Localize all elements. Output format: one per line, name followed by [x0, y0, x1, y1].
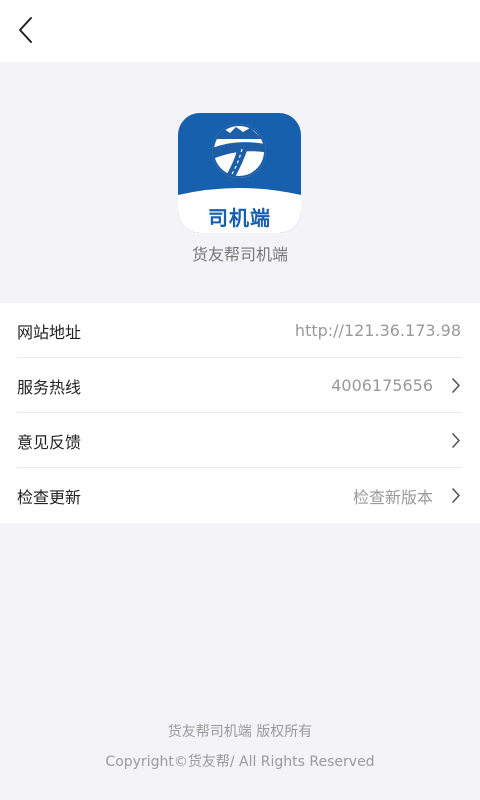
app-logo-text: 司机端 [208, 206, 271, 230]
hotline-number: 4006175656 [331, 376, 433, 395]
app-logo: 司机端 [178, 113, 301, 233]
chevron-right-icon [452, 433, 460, 448]
settings-list: 网站地址 http://121.36.173.98 服务热线 400617565… [0, 303, 480, 523]
row-label: 意见反馈 [17, 432, 82, 452]
row-label: 服务热线 [17, 377, 82, 397]
row-website[interactable]: 网站地址 http://121.36.173.98 [0, 303, 480, 358]
chevron-right-icon [452, 488, 460, 503]
chevron-right-icon [452, 378, 460, 393]
footer-rights: 货友帮司机端 版权所有 [167, 724, 313, 740]
chevron-left-icon [19, 17, 32, 43]
nav-bar [0, 0, 480, 62]
row-service-hotline[interactable]: 服务热线 4006175656 [0, 358, 480, 413]
update-status: 检查新版本 [352, 487, 433, 507]
website-url: http://121.36.173.98 [294, 321, 461, 340]
row-label: 检查更新 [17, 487, 82, 507]
row-feedback[interactable]: 意见反馈 [0, 413, 480, 468]
row-check-update[interactable]: 检查更新 检查新版本 [0, 468, 480, 523]
back-button[interactable] [8, 12, 44, 48]
row-label: 网站地址 [17, 322, 82, 342]
footer-copyright: Copyright©货友帮/ All Rights Reserved [105, 754, 375, 770]
app-name: 货友帮司机端 [191, 245, 288, 264]
